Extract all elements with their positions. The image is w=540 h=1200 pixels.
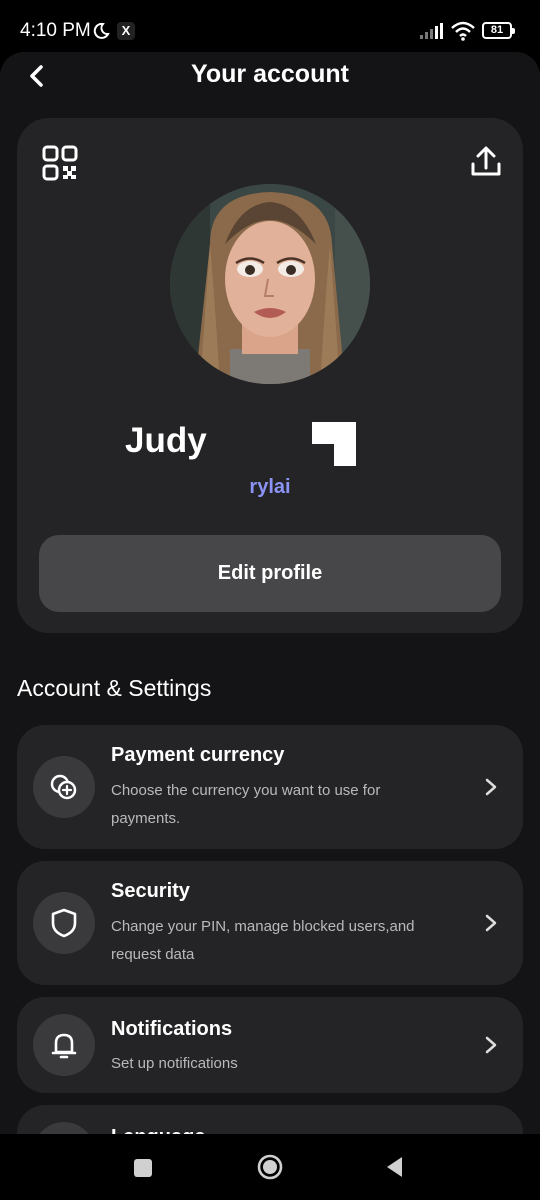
- settings-item-security[interactable]: Security Change your PIN, manage blocked…: [17, 861, 523, 985]
- page-title: Your account: [191, 60, 349, 88]
- avatar-illustration: [170, 184, 370, 384]
- bell-icon: [33, 1014, 95, 1076]
- currency-icon: [33, 756, 95, 818]
- qr-code-button[interactable]: [41, 144, 79, 182]
- section-title: Account & Settings: [17, 675, 212, 701]
- battery-icon: 81: [482, 22, 515, 39]
- settings-item-language[interactable]: Language: [17, 1105, 523, 1134]
- item-description: Choose the currency you want to use for …: [111, 782, 381, 827]
- shield-icon: [33, 892, 95, 954]
- status-time: 4:10 PM: [20, 20, 91, 41]
- header: Your account: [0, 52, 540, 98]
- profile-card: Judy rylai Edit profile: [17, 118, 523, 633]
- chevron-right-icon: [485, 1036, 497, 1054]
- back-icon[interactable]: [384, 1155, 404, 1179]
- profile-name: Judy: [125, 421, 207, 460]
- item-title: Security: [111, 880, 190, 902]
- settings-item-notifications[interactable]: Notifications Set up notifications: [17, 997, 523, 1093]
- item-title: Payment currency: [111, 744, 285, 766]
- system-nav-bar: [0, 1134, 540, 1200]
- share-button[interactable]: [468, 144, 504, 180]
- edit-profile-button[interactable]: Edit profile: [39, 535, 501, 612]
- item-title: Language: [111, 1126, 205, 1134]
- moon-icon: [93, 22, 110, 39]
- signal-icon: [420, 23, 443, 39]
- item-description: Set up notifications: [111, 1055, 238, 1072]
- x-app-icon: X: [117, 22, 135, 40]
- item-title: Notifications: [111, 1018, 233, 1040]
- home-icon[interactable]: [257, 1154, 283, 1180]
- avatar[interactable]: [170, 184, 370, 384]
- profile-username: rylai: [249, 476, 291, 498]
- chevron-right-icon: [485, 778, 497, 796]
- chevron-right-icon: [485, 914, 497, 932]
- share-upload-icon: [471, 146, 501, 176]
- status-bar: 4:10 PM X 81: [0, 0, 540, 56]
- settings-item-payment-currency[interactable]: Payment currency Choose the currency you…: [17, 725, 523, 849]
- language-icon: [33, 1122, 95, 1134]
- account-screen: Your account Judy rylai Edit profile Acc…: [0, 52, 540, 1134]
- item-description: Change your PIN, manage blocked users,an…: [111, 918, 415, 963]
- redacted-name-block: [312, 422, 356, 466]
- qr-code-icon: [42, 145, 78, 181]
- wifi-icon: [451, 21, 475, 41]
- recent-apps-icon[interactable]: [134, 1159, 152, 1177]
